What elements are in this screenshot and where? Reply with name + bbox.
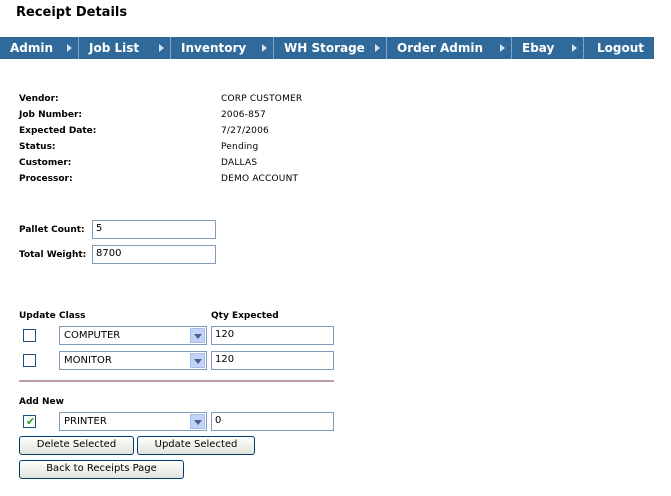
- nav-item-order-admin[interactable]: Order Admin: [387, 37, 512, 59]
- chevron-right-icon: [375, 44, 380, 52]
- total-weight-input[interactable]: 8700: [92, 245, 216, 264]
- update-selected-button[interactable]: Update Selected: [137, 436, 255, 455]
- pallet-count-input[interactable]: 5: [92, 220, 216, 239]
- info-value: DEMO ACCOUNT: [221, 174, 299, 184]
- nav-item-logout[interactable]: Logout: [584, 37, 654, 59]
- qty-expected-input[interactable]: 120: [211, 326, 334, 345]
- info-row-customer: Customer: DALLAS: [19, 155, 302, 171]
- info-value: DALLAS: [221, 158, 258, 168]
- nav-item-ebay[interactable]: Ebay: [512, 37, 584, 59]
- chevron-down-icon[interactable]: [190, 414, 205, 429]
- nav-item-inventory[interactable]: Inventory: [171, 37, 274, 59]
- column-header-update: Update: [19, 311, 56, 321]
- nav-item-job-list[interactable]: Job List: [79, 37, 171, 59]
- nav-item-label: Inventory: [181, 41, 247, 55]
- info-label: Expected Date:: [19, 126, 97, 136]
- info-value: 7/27/2006: [221, 126, 269, 136]
- chevron-down-icon[interactable]: [190, 328, 205, 343]
- info-value: 2006-857: [221, 110, 266, 120]
- new-class-select[interactable]: PRINTER: [59, 412, 207, 431]
- nav-item-label: Admin: [10, 41, 54, 55]
- chevron-down-icon[interactable]: [190, 353, 205, 368]
- info-label: Processor:: [19, 174, 73, 184]
- class-select-value: PRINTER: [64, 416, 107, 427]
- nav-item-label: Job List: [89, 41, 140, 55]
- info-value: Pending: [221, 142, 259, 152]
- chevron-right-icon: [500, 44, 505, 52]
- pallet-count-label: Pallet Count:: [19, 225, 85, 235]
- add-new-checkbox[interactable]: ✔: [23, 415, 36, 428]
- delete-selected-button[interactable]: Delete Selected: [19, 436, 134, 455]
- info-value: CORP CUSTOMER: [221, 94, 303, 104]
- chevron-right-icon: [159, 44, 164, 52]
- nav-item-label: Order Admin: [397, 41, 483, 55]
- nav-item-wh-storage[interactable]: WH Storage: [274, 37, 387, 59]
- column-header-qty-expected: Qty Expected: [211, 311, 279, 321]
- main-nav: Admin Job List Inventory WH Storage Orde…: [0, 37, 654, 59]
- class-select-value: COMPUTER: [64, 330, 121, 341]
- info-label: Vendor:: [19, 94, 59, 104]
- chevron-right-icon: [572, 44, 577, 52]
- class-select[interactable]: COMPUTER: [59, 326, 207, 345]
- class-select[interactable]: MONITOR: [59, 351, 207, 370]
- info-row-expected-date: Expected Date: 7/27/2006: [19, 123, 302, 139]
- add-new-label: Add New: [19, 397, 64, 407]
- info-row-vendor: Vendor: CORP CUSTOMER: [19, 91, 302, 107]
- nav-item-admin[interactable]: Admin: [0, 37, 79, 59]
- page-title: Receipt Details: [16, 5, 128, 20]
- info-row-processor: Processor: DEMO ACCOUNT: [19, 171, 302, 187]
- nav-item-label: Ebay: [522, 41, 555, 55]
- checkmark-icon: ✔: [26, 415, 36, 428]
- info-row-status: Status: Pending: [19, 139, 302, 155]
- nav-item-label: Logout: [597, 41, 645, 55]
- chevron-right-icon: [262, 44, 267, 52]
- new-qty-expected-input[interactable]: 0: [211, 412, 334, 431]
- total-weight-label: Total Weight:: [19, 250, 87, 260]
- class-select-value: MONITOR: [64, 355, 112, 366]
- back-to-receipts-button[interactable]: Back to Receipts Page: [19, 460, 184, 479]
- row-update-checkbox[interactable]: [23, 354, 36, 367]
- receipt-info: Vendor: CORP CUSTOMER Job Number: 2006-857…: [19, 91, 302, 187]
- qty-expected-input[interactable]: 120: [211, 351, 334, 370]
- info-row-job-number: Job Number: 2006-857: [19, 107, 302, 123]
- nav-item-label: WH Storage: [284, 41, 365, 55]
- column-header-class: Class: [59, 311, 86, 321]
- info-label: Status:: [19, 142, 56, 152]
- section-divider: [19, 380, 334, 382]
- row-update-checkbox[interactable]: [23, 329, 36, 342]
- info-label: Job Number:: [19, 110, 83, 120]
- chevron-right-icon: [67, 44, 72, 52]
- info-label: Customer:: [19, 158, 72, 168]
